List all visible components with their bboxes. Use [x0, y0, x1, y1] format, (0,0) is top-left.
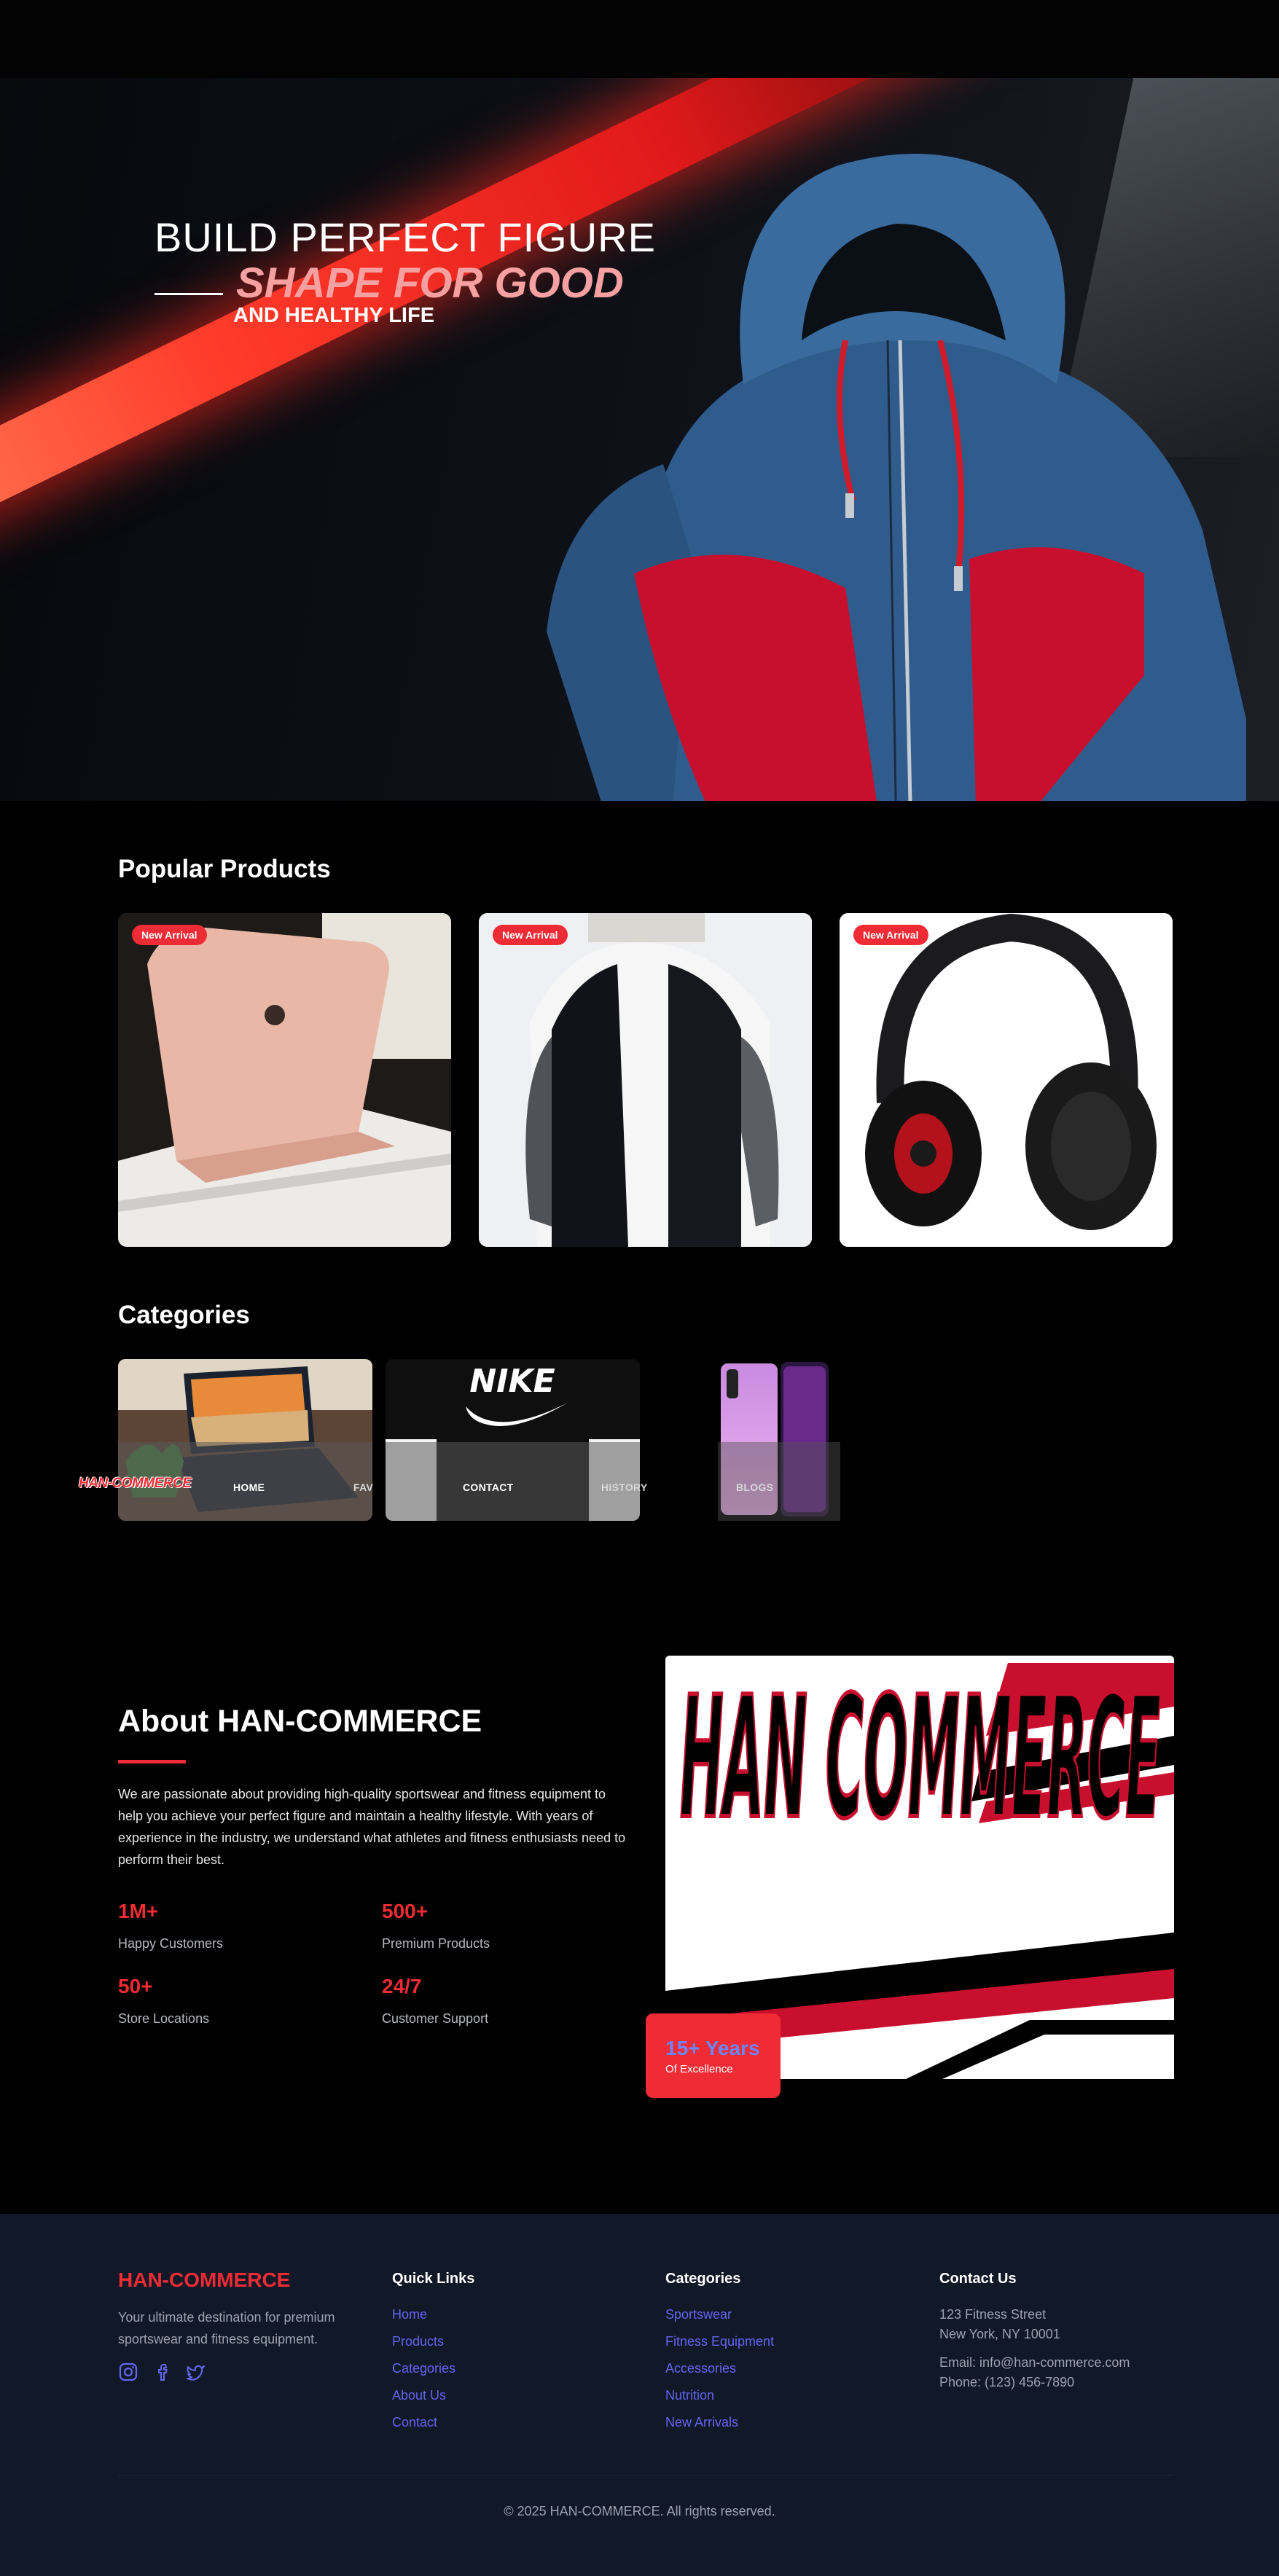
product-card-laptop[interactable]: New Arrival [118, 913, 451, 1247]
about-title-underline [118, 1760, 186, 1763]
han-commerce-logo[interactable]: HAN-COMMERCE [79, 1476, 192, 1492]
contact-phone[interactable]: Phone: (123) 456-7890 [939, 2375, 1074, 2390]
stat-stores-label: Store Locations [118, 2011, 210, 2026]
svg-text:NIKE: NIKE [469, 1363, 555, 1400]
product-card-jacket[interactable]: New Arrival [479, 913, 812, 1247]
footer-link-categories[interactable]: Categories [392, 2361, 455, 2376]
stat-products-label: Premium Products [382, 1936, 490, 1951]
quick-links-title: Quick Links [392, 2271, 475, 2287]
years-badge: 15+ Years Of Excellence [646, 2013, 781, 2098]
stat-customers-label: Happy Customers [118, 1936, 224, 1951]
nav-history[interactable]: HISTORY [601, 1481, 648, 1493]
hero-tagline: AND HEALTHY LIFE [233, 304, 435, 327]
hero-text-block: BUILD PERFECT FIGURE SHAPE FOR GOOD AND … [155, 215, 656, 328]
instagram-icon[interactable] [118, 2362, 138, 2382]
stat-support-label: Customer Support [382, 2011, 489, 2026]
new-arrival-badge: New Arrival [493, 925, 568, 945]
footer-category-nutrition[interactable]: Nutrition [665, 2388, 714, 2403]
years-label: Of Excellence [665, 2063, 733, 2075]
footer-link-products[interactable]: Products [392, 2334, 444, 2349]
brand-art-text: HAN COMMERCE [680, 1661, 1161, 1856]
new-arrival-badge: New Arrival [853, 925, 928, 945]
nav-blogs[interactable]: BLOGS [736, 1481, 773, 1493]
headphones-image [840, 913, 1173, 1247]
footer-link-home[interactable]: Home [392, 2307, 427, 2322]
category-card-tshirt[interactable]: NIKE [386, 1359, 640, 1521]
footer-description: Your ultimate destination for premium sp… [118, 2310, 335, 2346]
contact-email[interactable]: Email: info@han-commerce.com [939, 2355, 1130, 2371]
nav-fav[interactable]: FAV [353, 1481, 373, 1493]
facebook-icon[interactable] [153, 2362, 173, 2382]
about-description: We are passionate about providing high-q… [118, 1787, 626, 1867]
nav-contact[interactable]: CONTACT [463, 1481, 514, 1493]
hero-banner: BUILD PERFECT FIGURE SHAPE FOR GOOD AND … [0, 78, 1279, 801]
footer-brand[interactable]: HAN-COMMERCE [118, 2268, 290, 2292]
hero-headline: BUILD PERFECT FIGURE [155, 214, 656, 260]
categories-title: Categories [118, 1301, 250, 1329]
contact-address-line2: New York, NY 10001 [939, 2327, 1060, 2341]
years-value: 15+ Years [665, 2037, 760, 2059]
footer-category-sportswear[interactable]: Sportswear [665, 2307, 732, 2322]
footer-link-about[interactable]: About Us [392, 2388, 446, 2403]
hero-dash-line [155, 292, 223, 295]
footer-link-contact[interactable]: Contact [392, 2415, 437, 2430]
hero-subheadline: SHAPE FOR GOOD [236, 259, 624, 307]
footer-category-fitness[interactable]: Fitness Equipment [665, 2334, 774, 2349]
footer-categories-title: Categories [665, 2271, 741, 2287]
category-phone-image[interactable] [718, 1359, 840, 1521]
footer-category-new-arrivals[interactable]: New Arrivals [665, 2415, 738, 2430]
about-title: About HAN-COMMERCE [118, 1704, 482, 1739]
nav-home[interactable]: HOME [233, 1481, 265, 1493]
popular-products-title: Popular Products [118, 855, 331, 883]
stat-stores-value: 50+ [118, 1975, 153, 1997]
stat-customers-value: 1M+ [118, 1900, 159, 1922]
new-arrival-badge: New Arrival [132, 925, 207, 945]
jacket-image [479, 913, 812, 1247]
footer-category-accessories[interactable]: Accessories [665, 2361, 736, 2376]
category-card-laptop[interactable] [118, 1359, 372, 1521]
product-card-headphones[interactable]: New Arrival [840, 913, 1173, 1247]
contact-title: Contact Us [939, 2271, 1017, 2287]
stat-products-value: 500+ [382, 1900, 429, 1922]
twitter-icon[interactable] [185, 2362, 206, 2382]
stat-support-value: 24/7 [382, 1975, 422, 1997]
copyright: © 2025 HAN-COMMERCE. All rights reserved… [504, 2504, 775, 2518]
top-bar [0, 0, 1279, 78]
contact-address-line1: 123 Fitness Street [939, 2307, 1047, 2322]
laptop-image [118, 913, 451, 1247]
